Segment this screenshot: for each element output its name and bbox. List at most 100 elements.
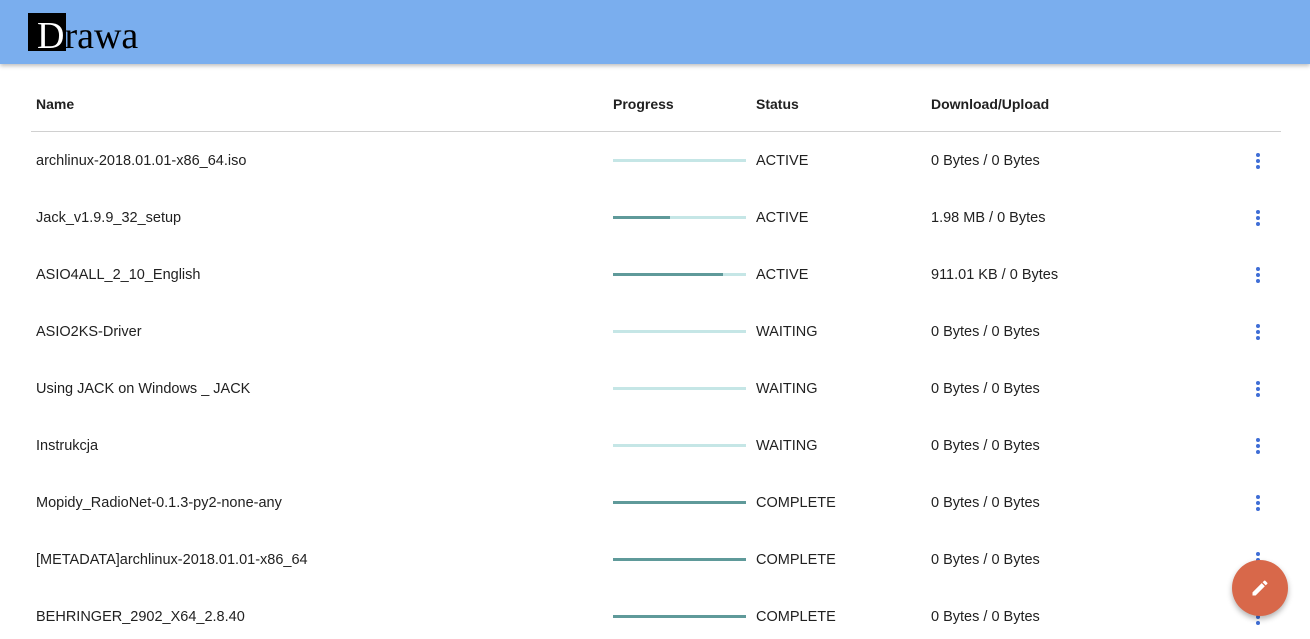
downloads-table: Name Progress Status Download/Upload arc… [31, 76, 1281, 639]
status-text: ACTIVE [756, 152, 809, 169]
progress-cell [608, 531, 751, 588]
table-row[interactable]: Instrukcja WAITING 0 Bytes / 0 Bytes [31, 417, 1281, 474]
transfer-text: 0 Bytes / 0 Bytes [931, 380, 1040, 397]
progress-bar [613, 615, 746, 618]
menu-dot [1256, 392, 1260, 397]
menu-dot [1256, 620, 1260, 625]
logo-text: Drawa [37, 16, 138, 56]
progress-bar-fill [613, 273, 724, 276]
table-row[interactable]: Jack_v1.9.9_32_setup ACTIVE 1.98 MB / 0 By… [31, 189, 1281, 246]
progress-bar-fill [613, 558, 746, 561]
header-status[interactable]: Status [751, 76, 926, 132]
table-row[interactable]: archlinux-2018.01.01-x86_64.iso ACTIVE 0 B… [31, 132, 1281, 190]
status-text: COMPLETE [756, 608, 836, 625]
more-vert-icon[interactable] [1246, 377, 1270, 401]
menu-dot [1256, 449, 1260, 454]
menu-dot [1256, 437, 1260, 442]
menu-dot [1256, 329, 1260, 334]
menu-dot [1256, 266, 1260, 271]
table-row[interactable]: [METADATA]archlinux-2018.01.01-x86_64 COM… [31, 531, 1281, 588]
menu-dot [1256, 551, 1260, 556]
progress-bar [613, 444, 746, 447]
transfer-text: 911.01 KB / 0 Bytes [931, 266, 1059, 283]
downloads-panel: Name Progress Status Download/Upload arc… [0, 64, 1310, 639]
menu-dot [1256, 221, 1260, 226]
menu-dot [1256, 506, 1260, 511]
status-text: WAITING [756, 323, 818, 340]
transfer-text: 0 Bytes / 0 Bytes [931, 152, 1040, 169]
file-name: ASIO4ALL_2_10_English [36, 266, 201, 283]
file-name: Using JACK on Windows _ JACK [36, 380, 251, 397]
row-actions-cell [1231, 132, 1281, 190]
progress-bar-fill [613, 501, 746, 504]
row-actions-cell [1231, 246, 1281, 303]
table-row[interactable]: Mopidy_RadioNet-0.1.3-py2-none-any COMPLE… [31, 474, 1281, 531]
file-name: Instrukcja [36, 437, 99, 454]
menu-dot [1256, 278, 1260, 283]
file-name: [METADATA]archlinux-2018.01.01-x86_64 [36, 551, 308, 568]
progress-bar [613, 387, 746, 390]
file-name: ASIO2KS-Driver [36, 323, 142, 340]
menu-dot [1256, 323, 1260, 328]
app-logo[interactable]: Drawa [28, 12, 158, 56]
progress-bar [613, 216, 746, 219]
more-vert-icon[interactable] [1246, 206, 1270, 230]
row-actions-cell [1231, 474, 1281, 531]
progress-cell [608, 189, 751, 246]
menu-dot [1256, 386, 1260, 391]
progress-bar [613, 159, 746, 162]
menu-dot [1256, 500, 1260, 505]
progress-cell [608, 246, 751, 303]
progress-bar-fill [613, 615, 746, 618]
table-row[interactable]: ASIO4ALL_2_10_English ACTIVE 911.01 KB / 0… [31, 246, 1281, 303]
progress-cell [608, 360, 751, 417]
progress-bar [613, 558, 746, 561]
file-name: archlinux-2018.01.01-x86_64.iso [36, 152, 247, 169]
file-name: BEHRINGER_2902_X64_2.8.40 [36, 608, 245, 625]
logo-initial: D [37, 15, 65, 57]
menu-dot [1256, 152, 1260, 157]
progress-bar [613, 330, 746, 333]
progress-bar [613, 501, 746, 504]
progress-bar-fill [613, 216, 671, 219]
file-name: Jack_v1.9.9_32_setup [36, 209, 182, 226]
header-name[interactable]: Name [31, 76, 608, 132]
row-actions-cell [1231, 360, 1281, 417]
transfer-text: 0 Bytes / 0 Bytes [931, 437, 1040, 454]
status-text: ACTIVE [756, 266, 809, 283]
status-text: COMPLETE [756, 551, 836, 568]
row-actions-cell [1231, 189, 1281, 246]
file-name: Mopidy_RadioNet-0.1.3-py2-none-any [36, 494, 282, 511]
table-row[interactable]: BEHRINGER_2902_X64_2.8.40 COMPLETE 0 Bytes… [31, 588, 1281, 639]
header-progress[interactable]: Progress [608, 76, 751, 132]
table-row[interactable]: Using JACK on Windows _ JACK WAITING 0 Byt… [31, 360, 1281, 417]
progress-cell [608, 417, 751, 474]
more-vert-icon[interactable] [1246, 263, 1270, 287]
header-download-upload[interactable]: Download/Upload [926, 76, 1231, 132]
progress-cell [608, 132, 751, 190]
more-vert-icon[interactable] [1246, 149, 1270, 173]
more-vert-icon[interactable] [1246, 320, 1270, 344]
menu-dot [1256, 494, 1260, 499]
menu-dot [1256, 215, 1260, 220]
menu-dot [1256, 209, 1260, 214]
table-row[interactable]: ASIO2KS-Driver WAITING 0 Bytes / 0 Bytes [31, 303, 1281, 360]
transfer-text: 0 Bytes / 0 Bytes [931, 551, 1040, 568]
row-actions-cell [1231, 303, 1281, 360]
progress-cell [608, 588, 751, 639]
more-vert-icon[interactable] [1246, 491, 1270, 515]
status-text: ACTIVE [756, 209, 809, 226]
header-actions [1231, 76, 1281, 132]
more-vert-icon[interactable] [1246, 434, 1270, 458]
status-text: COMPLETE [756, 494, 836, 511]
row-actions-cell [1231, 417, 1281, 474]
status-text: WAITING [756, 380, 818, 397]
transfer-text: 0 Bytes / 0 Bytes [931, 608, 1040, 625]
status-text: WAITING [756, 437, 818, 454]
transfer-text: 0 Bytes / 0 Bytes [931, 494, 1040, 511]
transfer-text: 1.98 MB / 0 Bytes [931, 209, 1046, 226]
app-bar: Drawa [0, 0, 1310, 64]
menu-dot [1256, 443, 1260, 448]
transfer-text: 0 Bytes / 0 Bytes [931, 323, 1040, 340]
edit-fab-button[interactable] [1232, 560, 1288, 616]
